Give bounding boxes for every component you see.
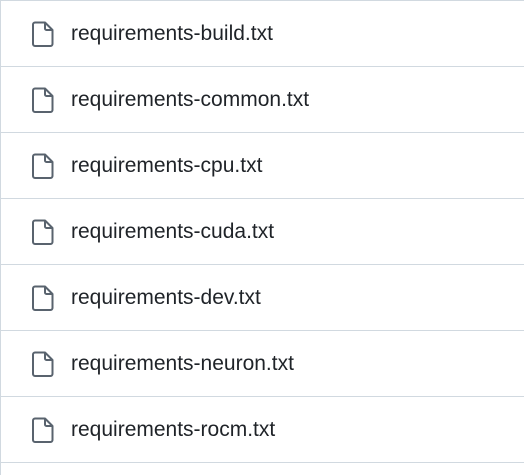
file-row-requirements-common[interactable]: requirements-common.txt xyxy=(1,67,524,133)
file-icon xyxy=(31,20,55,48)
file-name-link[interactable]: requirements-build.txt xyxy=(71,23,273,44)
file-icon xyxy=(31,152,55,180)
file-icon xyxy=(31,350,55,378)
file-row-requirements-rocm[interactable]: requirements-rocm.txt xyxy=(1,397,524,463)
file-row-requirements-dev[interactable]: requirements-dev.txt xyxy=(1,265,524,331)
file-icon xyxy=(31,218,55,246)
file-row-requirements-cpu[interactable]: requirements-cpu.txt xyxy=(1,133,524,199)
file-list: requirements-build.txt requirements-comm… xyxy=(0,0,524,475)
file-name-link[interactable]: requirements-common.txt xyxy=(71,89,309,110)
file-name-link[interactable]: requirements-dev.txt xyxy=(71,287,261,308)
file-name-link[interactable]: requirements-neuron.txt xyxy=(71,353,294,374)
file-row-requirements-neuron[interactable]: requirements-neuron.txt xyxy=(1,331,524,397)
file-row-requirements-build[interactable]: requirements-build.txt xyxy=(1,1,524,67)
file-name-link[interactable]: requirements-rocm.txt xyxy=(71,419,275,440)
file-icon xyxy=(31,416,55,444)
file-icon xyxy=(31,86,55,114)
file-icon xyxy=(31,284,55,312)
file-row-requirements-cuda[interactable]: requirements-cuda.txt xyxy=(1,199,524,265)
file-name-link[interactable]: requirements-cpu.txt xyxy=(71,155,262,176)
file-name-link[interactable]: requirements-cuda.txt xyxy=(71,221,274,242)
